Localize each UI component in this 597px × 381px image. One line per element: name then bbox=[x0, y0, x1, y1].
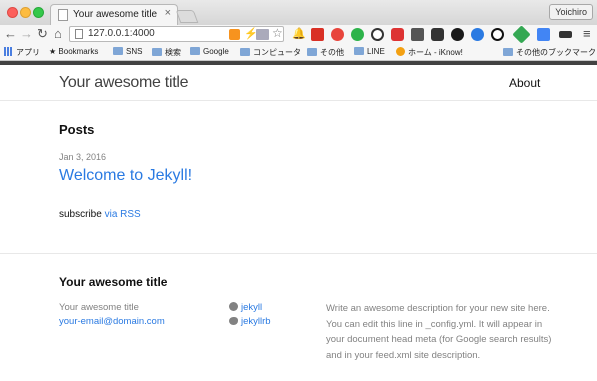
url-text[interactable]: 127.0.0.1:4000 bbox=[88, 28, 155, 39]
post-title-link[interactable]: Welcome to Jekyll! bbox=[59, 167, 192, 185]
reload-icon[interactable]: ↻ bbox=[37, 26, 48, 42]
new-tab-button[interactable] bbox=[175, 10, 199, 23]
page-icon bbox=[75, 29, 83, 39]
forward-icon[interactable]: → bbox=[20, 26, 33, 42]
kanji-icon[interactable] bbox=[411, 28, 424, 41]
site-header: Your awesome title About bbox=[0, 65, 597, 101]
close-window-button[interactable] bbox=[7, 7, 18, 18]
home-icon[interactable]: ⌂ bbox=[54, 26, 62, 42]
browser-tab[interactable]: Your awesome title × bbox=[50, 4, 178, 25]
feedly-icon[interactable] bbox=[512, 25, 531, 44]
rss-icon[interactable] bbox=[229, 29, 240, 40]
bookmark-folder-google[interactable]: Google bbox=[190, 47, 229, 56]
star-icon: ★ bbox=[49, 47, 59, 56]
rss-link[interactable]: via RSS bbox=[105, 209, 141, 220]
extension-box-icon[interactable] bbox=[431, 28, 444, 41]
github-link[interactable]: jekyll bbox=[229, 301, 271, 315]
gmail-icon[interactable] bbox=[311, 28, 324, 41]
tab-title: Your awesome title bbox=[73, 9, 158, 20]
footer-description: Write an awesome description for your ne… bbox=[326, 303, 552, 361]
close-tab-icon[interactable]: × bbox=[165, 7, 171, 19]
evernote-icon[interactable] bbox=[351, 28, 364, 41]
glasses-icon[interactable] bbox=[559, 31, 572, 38]
bookmark-apps[interactable]: アプリ bbox=[4, 47, 40, 58]
subscribe-text: subscribe bbox=[59, 209, 102, 220]
extension-g-icon[interactable] bbox=[491, 28, 504, 41]
github-username: jekyll bbox=[241, 302, 263, 313]
twitter-link[interactable]: jekyllrb bbox=[229, 315, 271, 329]
page-icon bbox=[58, 9, 68, 21]
extension-red-icon[interactable] bbox=[331, 28, 344, 41]
footer-heading: Your awesome title bbox=[59, 275, 168, 289]
folder-icon bbox=[190, 47, 200, 55]
footer-social: jekyll jekyllrb bbox=[229, 301, 271, 329]
footer-name: Your awesome title bbox=[59, 302, 139, 313]
address-bar[interactable]: 127.0.0.1:4000 ⚡ ☆ bbox=[69, 26, 284, 42]
bookmark-folder-sns[interactable]: SNS bbox=[113, 47, 142, 56]
folder-icon bbox=[113, 47, 123, 55]
bookmark-bookmarks[interactable]: ★ Bookmarks bbox=[49, 47, 98, 56]
extension-blue-icon[interactable] bbox=[471, 28, 484, 41]
post-date: Jan 3, 2016 bbox=[59, 152, 107, 162]
browser-toolbar: ← → ↻ ⌂ 127.0.0.1:4000 ⚡ ☆ 🔔 ≡ bbox=[0, 25, 597, 44]
folder-icon bbox=[240, 48, 250, 56]
info-icon[interactable] bbox=[371, 28, 384, 41]
folder-icon bbox=[152, 48, 162, 56]
subscribe-line: subscribe via RSS bbox=[59, 209, 141, 220]
bookmark-folder-other[interactable]: その他 bbox=[307, 47, 344, 58]
menu-icon[interactable]: ≡ bbox=[583, 26, 591, 41]
folder-icon bbox=[503, 48, 513, 56]
apps-grid-icon bbox=[4, 47, 13, 56]
posts-heading: Posts bbox=[59, 122, 95, 137]
image-icon[interactable] bbox=[256, 29, 269, 40]
folder-icon bbox=[354, 47, 364, 55]
profile-button[interactable]: Yoichiro bbox=[549, 4, 593, 20]
nav-about-link[interactable]: About bbox=[509, 76, 540, 90]
twitter-username: jekyllrb bbox=[241, 316, 271, 327]
bookmark-other-bookmarks[interactable]: その他のブックマーク bbox=[503, 47, 596, 58]
bell-icon[interactable]: 🔔 bbox=[292, 26, 306, 42]
footer-email-link[interactable]: your-email@domain.com bbox=[59, 316, 165, 327]
github-icon bbox=[229, 302, 238, 311]
bookmarks-bar: アプリ ★ Bookmarks SNS 検索 Google コンピュータ その他… bbox=[0, 44, 597, 61]
bookmark-folder-line[interactable]: LINE bbox=[354, 47, 385, 56]
bookmark-folder-computer[interactable]: コンピュータ bbox=[240, 47, 301, 58]
site-footer: Your awesome title Your awesome title yo… bbox=[0, 253, 597, 381]
iknow-icon bbox=[396, 47, 405, 56]
footer-contact: Your awesome title your-email@domain.com bbox=[59, 301, 165, 329]
extension-dark-icon[interactable] bbox=[451, 28, 464, 41]
window-titlebar: Your awesome title × Yoichiro bbox=[0, 0, 597, 25]
twitter-icon bbox=[229, 317, 238, 325]
bookmark-iknow[interactable]: ホーム - iKnow! bbox=[396, 47, 463, 58]
bookmark-star-icon[interactable]: ☆ bbox=[272, 26, 283, 40]
minimize-window-button[interactable] bbox=[20, 7, 31, 18]
bookmark-folder-search[interactable]: 検索 bbox=[152, 47, 181, 58]
folder-icon bbox=[307, 48, 317, 56]
back-icon[interactable]: ← bbox=[4, 26, 17, 42]
translate-icon[interactable] bbox=[537, 28, 550, 41]
extension-ban-icon[interactable] bbox=[391, 28, 404, 41]
zoom-window-button[interactable] bbox=[33, 7, 44, 18]
site-title-link[interactable]: Your awesome title bbox=[59, 74, 189, 92]
